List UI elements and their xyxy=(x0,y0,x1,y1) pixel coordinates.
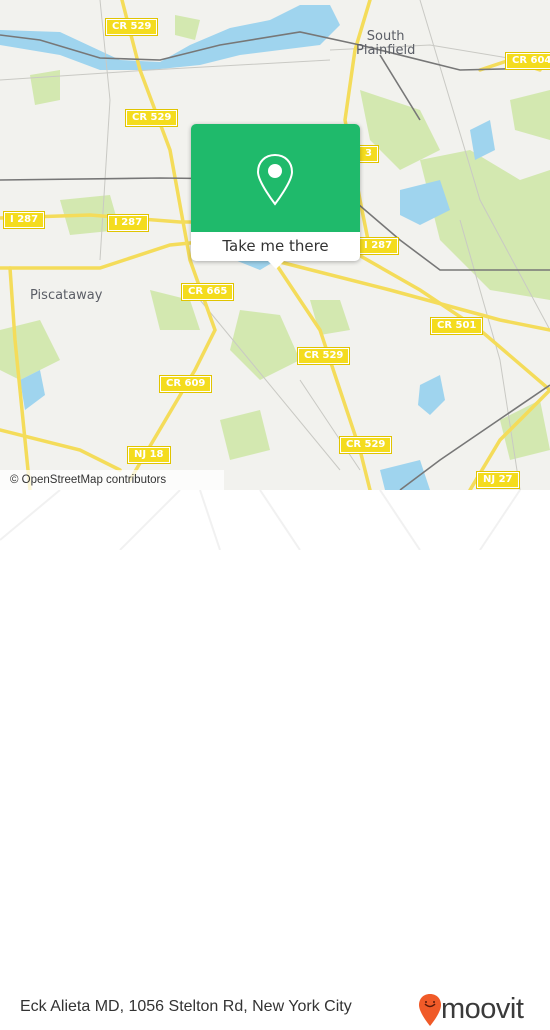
road-shield: CR 501 xyxy=(429,317,484,335)
moovit-logo-pin-icon xyxy=(419,994,441,1026)
footer-background-pattern xyxy=(0,490,521,550)
destination-address: Eck Alieta MD, 1056 Stelton Rd, New York… xyxy=(20,998,352,1015)
take-me-there-button[interactable]: Take me there xyxy=(191,232,360,260)
road-shield: CR 529 xyxy=(296,347,351,365)
map-attribution[interactable]: © OpenStreetMap contributors xyxy=(0,470,224,490)
popup-pointer xyxy=(267,260,285,269)
road-shield: CR 609 xyxy=(158,375,213,393)
road-shield: CR 529 xyxy=(338,436,393,454)
place-label-piscataway: Piscataway xyxy=(30,288,103,303)
road-shield: I 287 xyxy=(106,214,150,232)
road-shield: NJ 27 xyxy=(476,471,520,489)
popup-header xyxy=(191,124,360,232)
road-shield: CR 665 xyxy=(180,283,235,301)
road-shield: I 287 xyxy=(2,211,46,229)
road-shield: I 287 xyxy=(356,237,400,255)
place-label-line: South xyxy=(366,29,405,44)
road-shield: CR 604 xyxy=(504,52,550,70)
road-shield: 3 xyxy=(358,145,379,163)
location-pin-icon xyxy=(256,153,294,206)
place-label-line: Plainfield xyxy=(356,43,416,58)
road-shield: CR 529 xyxy=(124,109,179,127)
footer: Eck Alieta MD, 1056 Stelton Rd, New York… xyxy=(0,490,550,1026)
destination-popup: Take me there xyxy=(191,124,360,269)
moovit-logo-text[interactable]: moovit xyxy=(441,993,524,1026)
road-shield: CR 529 xyxy=(104,18,159,36)
place-label-south-plainfield: South Plainfield xyxy=(356,30,415,58)
road-shield: NJ 18 xyxy=(127,446,171,464)
